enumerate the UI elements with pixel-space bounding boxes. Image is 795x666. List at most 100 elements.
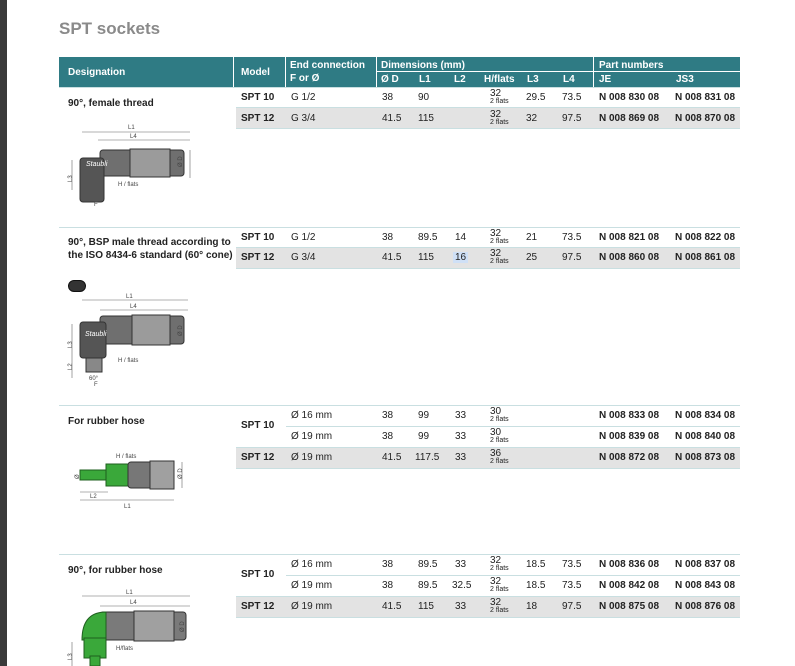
dim-f-label: F [94,382,98,388]
female-elbow-drawing: Staubli L1 L4 Ø D L3 H / flats F [68,125,191,208]
dim-l1-label: L1 [126,294,133,300]
dim-h-label: H / flats [118,182,138,188]
dim-l4-label: L4 [130,134,137,140]
row-js3: N 008 822 08 [675,232,736,243]
row-d: 41.5 [382,452,402,463]
row-l2: 33 [455,410,467,421]
section-2-designation: 90°, BSP male thread according to the IS… [68,237,233,261]
row-l3: 18.5 [526,580,546,591]
row-l2: 14 [455,232,467,243]
row-l1: 89.5 [418,580,438,591]
row-je: N 008 875 08 [599,601,660,612]
row-end-connection: Ø 16 mm [291,559,333,570]
bsp-elbow-drawing: Staubli L1 L4 Ø D L3 L2 H / flats 60° F [68,294,188,388]
row-l3: 18.5 [526,559,546,570]
row-end-connection: G 1/2 [291,92,316,103]
row-je: N 008 833 08 [599,410,660,421]
row-end-connection: Ø 16 mm [291,410,333,421]
row-l1: 90 [418,92,430,103]
row-model: SPT 10 [241,232,275,243]
row-hflats: 32 2 flats [490,109,509,127]
row-js3: N 008 837 08 [675,559,736,570]
row-model: SPT 12 [241,113,275,124]
dim-l3-label: L3 [68,653,74,660]
rubber-hose-elbow-drawing: L1 L4 Ø D H/flats L3 [68,590,190,666]
dim-l4-label: L4 [130,304,137,310]
row-d: 38 [382,431,394,442]
dim-l4-label: L4 [130,600,137,606]
row-je: N 008 839 08 [599,431,660,442]
dim-d-label: Ø D [180,621,186,632]
dim-l3-label: L3 [68,341,74,348]
row-je: N 008 869 08 [599,113,660,124]
row-je: N 008 836 08 [599,559,660,570]
dim-h-label: H/flats [116,646,133,652]
row-l4: 73.5 [562,232,582,243]
row-l2: 33 [455,431,467,442]
dim-d-label: Ø D [178,325,184,336]
row-je: N 008 860 08 [599,252,660,263]
row-model: SPT 10 [241,420,275,431]
row-hflats: 30 2 flats [490,406,509,424]
header-hflats: H/flats [484,74,515,85]
row-l1: 99 [418,410,430,421]
section-3-designation: For rubber hose [68,416,145,427]
row-model: SPT 12 [241,252,275,263]
left-edge-bar [0,0,7,666]
row-l3: 29.5 [526,92,546,103]
dim-h-label: H / flats [118,358,138,364]
row-l4: 73.5 [562,92,582,103]
header-d: Ø D [381,74,399,85]
dim-d-label: Ø D [178,156,184,167]
header-l3: L3 [527,74,539,85]
row-l1: 99 [418,431,430,442]
row-js3: N 008 834 08 [675,410,736,421]
row-hflats: 36 2 flats [490,448,509,466]
row-hflats: 32 2 flats [490,576,509,594]
header-je: JE [599,74,612,85]
page-title: SPT sockets [59,19,161,38]
svg-text:Staubli: Staubli [85,331,107,338]
dim-h-label: H / flats [116,454,136,460]
table-header: Designation Model End connection F or Ø … [59,57,740,87]
dim-l1-label: L1 [124,504,131,510]
row-model: SPT 10 [241,569,275,580]
header-part-numbers: Part numbers [599,60,664,71]
row-js3: N 008 861 08 [675,252,736,263]
row-d: 41.5 [382,252,402,263]
row-je: N 008 821 08 [599,232,660,243]
row-end-connection: Ø 19 mm [291,601,333,612]
row-d: 38 [382,580,394,591]
row-l4: 73.5 [562,559,582,570]
rubber-hose-socket-drawing: H / flats Ø Ø D L2 L1 [75,454,184,510]
row-model: SPT 10 [241,92,275,103]
row-js3: N 008 876 08 [675,601,736,612]
section-4-designation: 90°, for rubber hose [68,565,163,576]
row-hflats: 32 2 flats [490,248,509,266]
row-l2: 33 [455,559,467,570]
dim-f-label: F [94,202,98,208]
row-js3: N 008 873 08 [675,452,736,463]
row-l3: 32 [526,113,538,124]
row-end-connection: Ø 19 mm [291,431,333,442]
row-l2: 32.5 [452,580,472,591]
row-end-connection: Ø 19 mm [291,580,333,591]
row-l1: 89.5 [418,232,438,243]
iso-badge-icon [68,280,86,292]
row-hflats: 32 2 flats [490,88,509,106]
row-end-connection: Ø 19 mm [291,452,333,463]
row-l1: 115 [418,113,434,124]
header-l4: L4 [563,74,575,85]
row-l4: 97.5 [562,113,582,124]
row-hflats: 32 2 flats [490,555,509,573]
row-l4: 97.5 [562,252,582,263]
row-l3: 18 [526,601,538,612]
header-f-or-d: F or Ø [290,73,320,84]
row-l2: 33 [455,452,467,463]
dim-phi-label: Ø [75,474,81,479]
row-d: 38 [382,559,394,570]
row-l1: 89.5 [418,559,438,570]
header-model: Model [241,67,270,78]
row-d: 41.5 [382,601,402,612]
row-d: 38 [382,92,394,103]
